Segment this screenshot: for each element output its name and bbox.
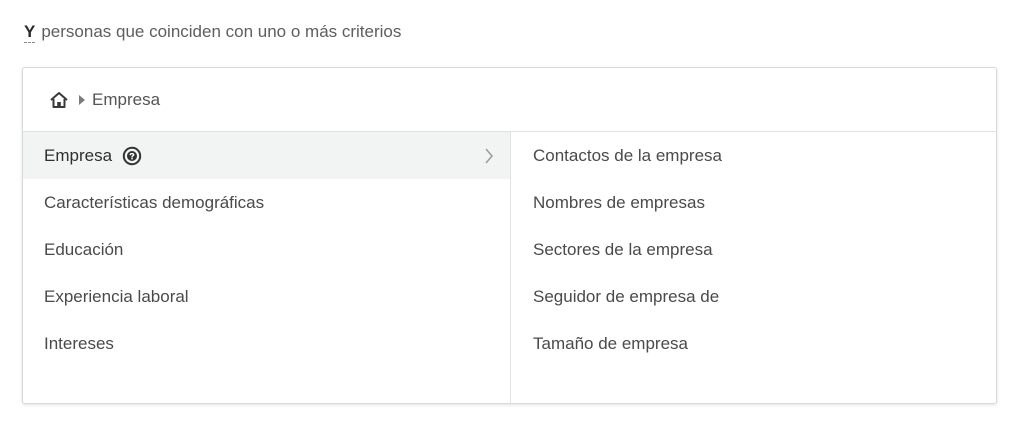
subcategory-label: Sectores de la empresa: [533, 239, 713, 259]
subcategory-item-contactos[interactable]: Contactos de la empresa: [511, 132, 996, 179]
category-label: Intereses: [44, 333, 114, 353]
criteria-header-text: personas que coinciden con uno o más cri…: [41, 22, 402, 41]
breadcrumb-current: Empresa: [92, 89, 161, 109]
category-list: Empresa Características demográficas Edu…: [23, 132, 511, 403]
subcategory-list: Contactos de la empresa Nombres de empre…: [511, 132, 996, 403]
help-icon[interactable]: [122, 146, 142, 166]
criteria-header: Ypersonas que coinciden con uno o más cr…: [24, 22, 402, 43]
subcategory-item-seguidor[interactable]: Seguidor de empresa de: [511, 273, 996, 320]
subcategory-item-sectores[interactable]: Sectores de la empresa: [511, 226, 996, 273]
breadcrumb: Empresa: [23, 68, 996, 132]
category-label: Empresa: [44, 145, 113, 165]
category-columns: Empresa Características demográficas Edu…: [23, 132, 996, 403]
chevron-right-icon: [484, 148, 494, 164]
subcategory-item-nombres[interactable]: Nombres de empresas: [511, 179, 996, 226]
subcategory-label: Contactos de la empresa: [533, 145, 722, 165]
category-item-intereses[interactable]: Intereses: [23, 320, 510, 367]
category-label: Experiencia laboral: [44, 286, 189, 306]
and-operator-toggle[interactable]: Y: [24, 22, 36, 43]
subcategory-label: Nombres de empresas: [533, 192, 705, 212]
category-label: Educación: [44, 239, 124, 259]
subcategory-label: Tamaño de empresa: [533, 333, 688, 353]
subcategory-item-tamano[interactable]: Tamaño de empresa: [511, 320, 996, 367]
category-label: Características demográficas: [44, 192, 265, 212]
category-item-caracteristicas-demograficas[interactable]: Características demográficas: [23, 179, 510, 226]
category-item-educacion[interactable]: Educación: [23, 226, 510, 273]
home-icon[interactable]: [49, 90, 69, 110]
category-item-experiencia-laboral[interactable]: Experiencia laboral: [23, 273, 510, 320]
category-item-empresa[interactable]: Empresa: [23, 132, 510, 179]
caret-right-icon: [79, 94, 85, 105]
targeting-panel: Empresa Empresa Características demográf…: [22, 67, 997, 404]
subcategory-label: Seguidor de empresa de: [533, 286, 720, 306]
